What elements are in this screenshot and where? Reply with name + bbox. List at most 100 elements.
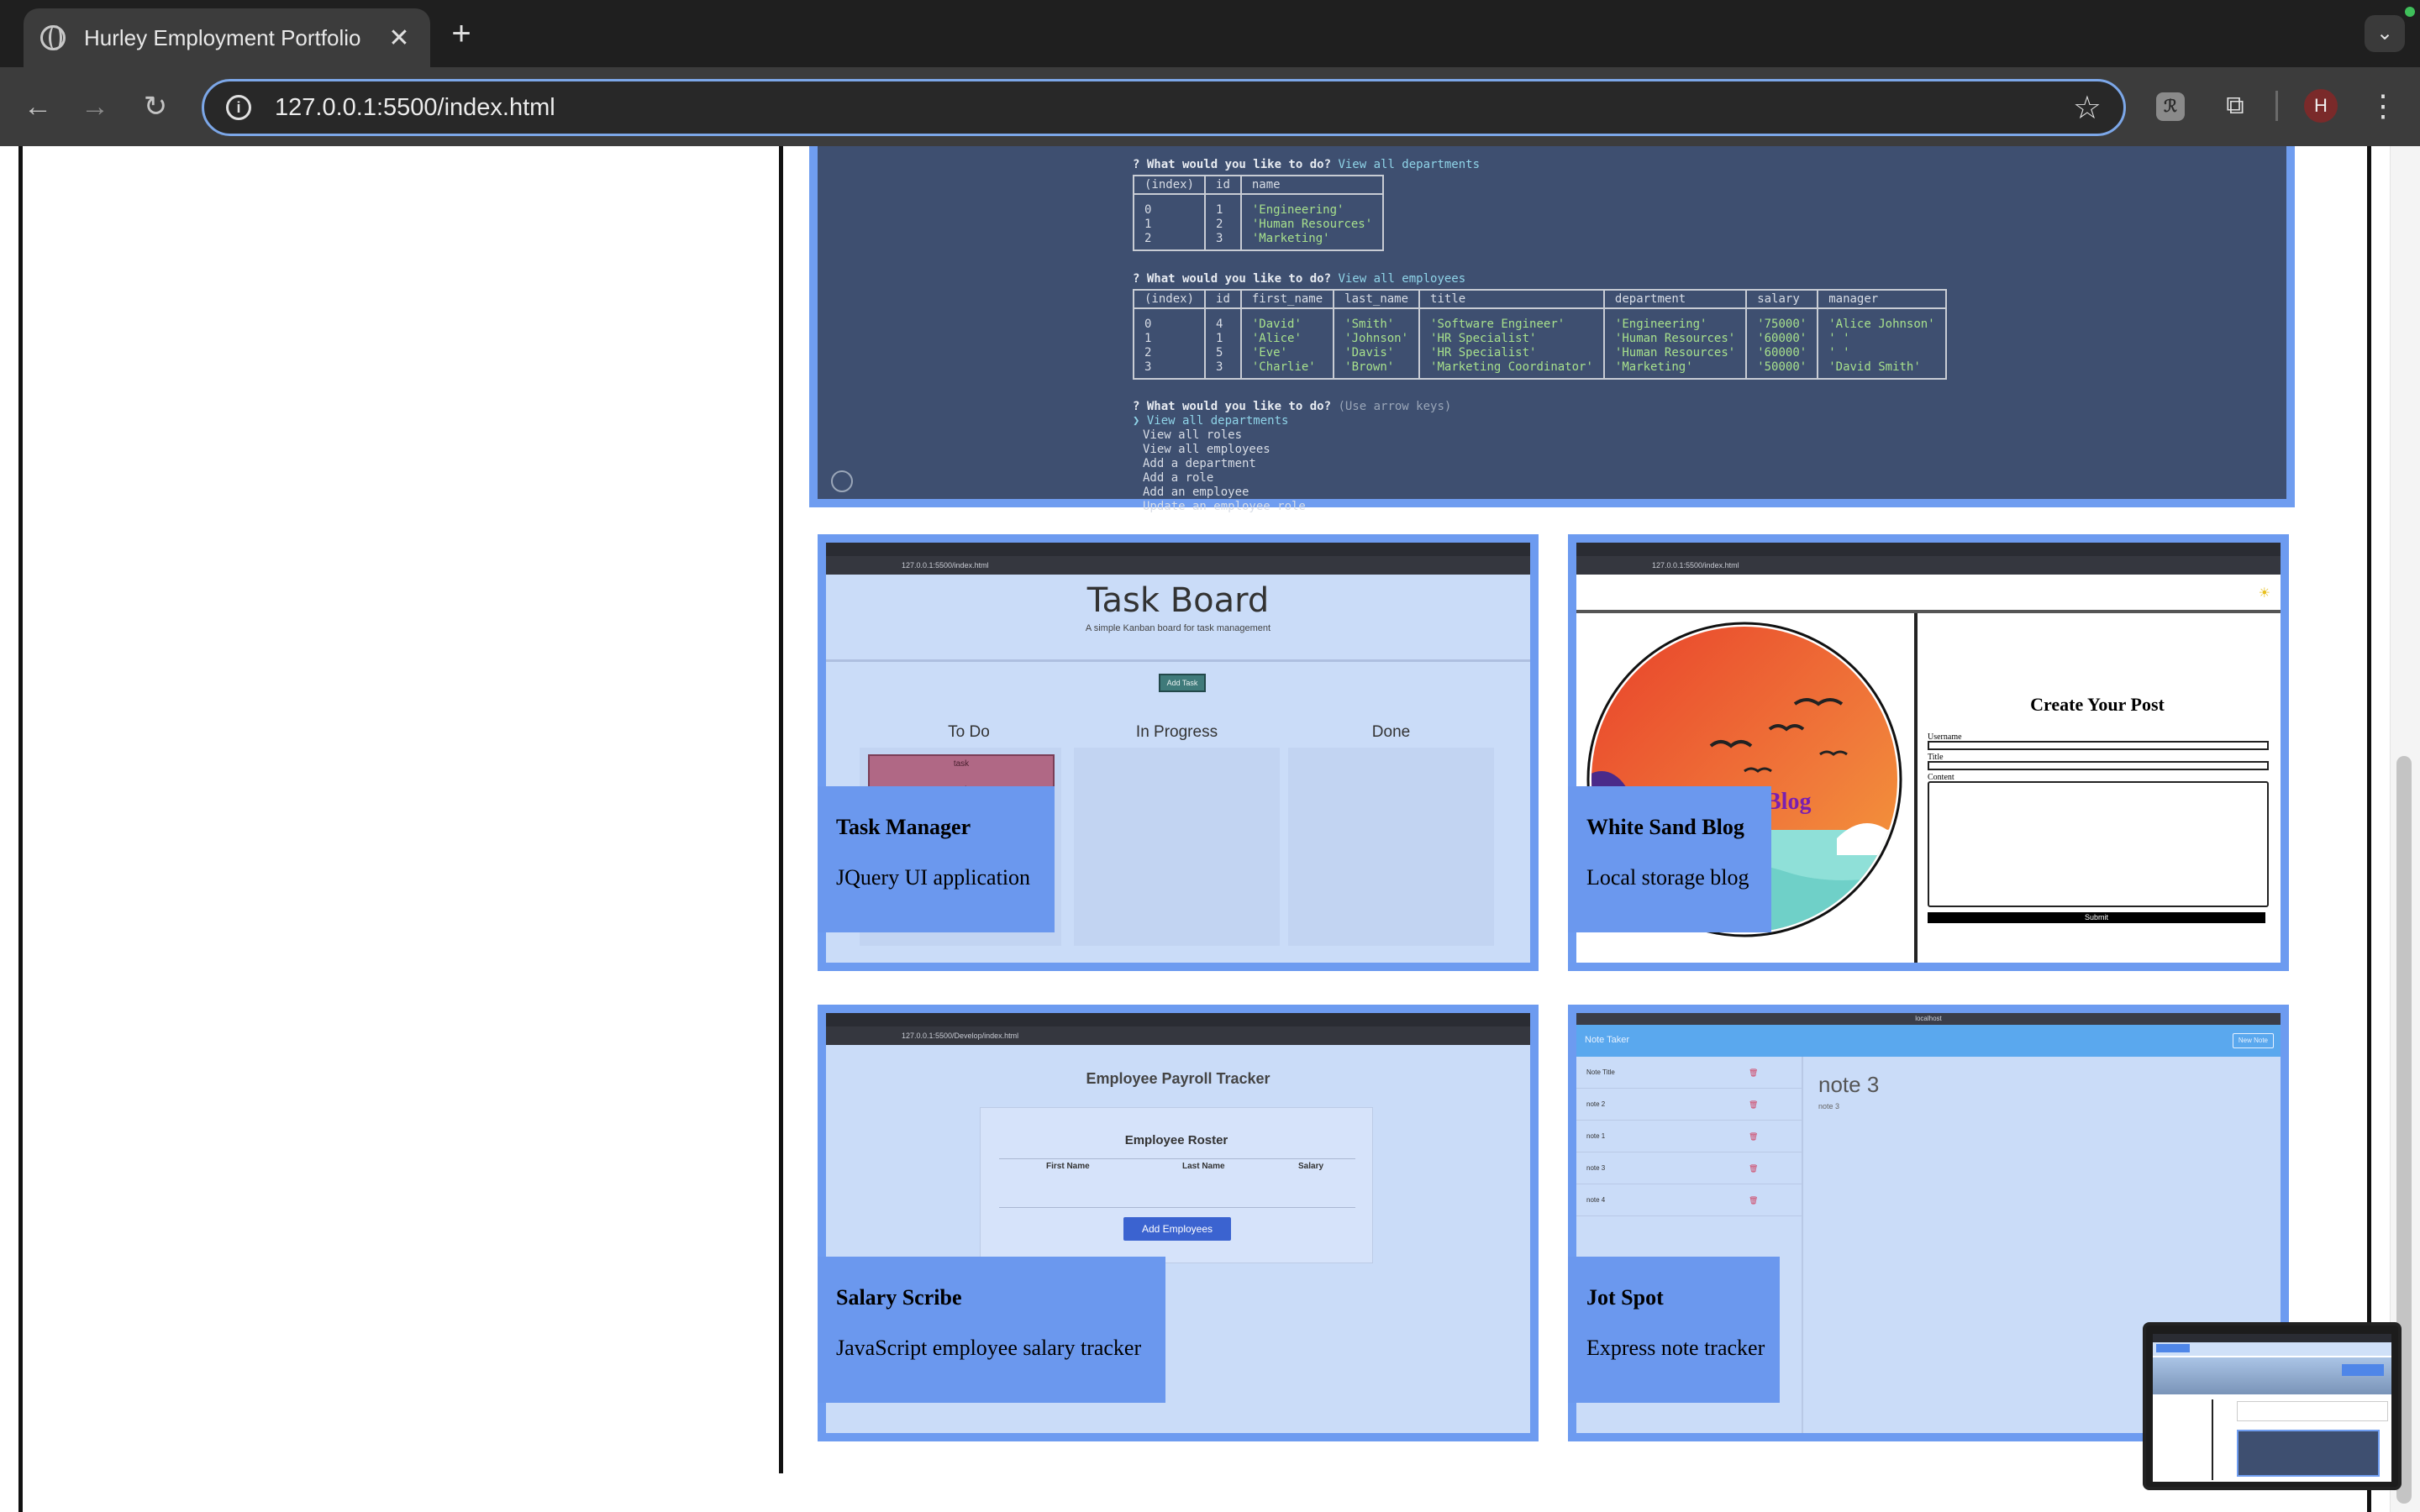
table-cell: ' ' (1828, 346, 1850, 360)
active-note-title: note 3 (1818, 1072, 1880, 1097)
globe-icon (40, 25, 66, 50)
task-board-header: Task Board A simple Kanban board for tas… (826, 575, 1530, 662)
roster-rule (999, 1207, 1355, 1208)
tab-search-button[interactable]: ⌄ (2365, 15, 2405, 52)
add-task-button: Add Task (1159, 674, 1206, 692)
menu-item: Add an employee (1143, 486, 1249, 499)
table-cell: 4 (1216, 318, 1223, 331)
card-label: Salary Scribe JavaScript employee salary… (818, 1257, 1165, 1403)
tab-strip: Hurley Employment Portfolio ✕ + ⌄ (0, 0, 2420, 67)
column-todo: To Do (948, 723, 990, 741)
table-cell: 1 (1144, 332, 1152, 345)
prompt-line-3: ? What would you like to do? (Use arrow … (1133, 400, 1452, 413)
table-cell: 'Alice' (1251, 332, 1302, 345)
table-cell: 0 (1144, 203, 1152, 217)
extension-icon[interactable]: ℛ (2156, 92, 2185, 121)
table-column-cells: '75000' '60000' '60000' '50000' (1745, 307, 1819, 380)
card-title: Salary Scribe (836, 1285, 962, 1310)
address-bar[interactable]: i 127.0.0.1:5500/index.html ☆ (202, 79, 2126, 136)
browser-menu-icon[interactable]: ⋮ (2368, 87, 2398, 124)
table-header-cell: salary (1745, 289, 1819, 309)
close-tab-icon[interactable]: ✕ (385, 24, 413, 53)
table-cell: 'Marketing Coordinator' (1430, 360, 1593, 374)
table-cell: 'Eve' (1251, 346, 1288, 360)
table-header-cell: (index) (1132, 175, 1207, 195)
table-cell: 'Alice Johnson' (1828, 318, 1935, 331)
table-cell: 3 (1216, 360, 1223, 374)
card-description: JQuery UI application (836, 865, 1031, 890)
table-cell: 'Software Engineer' (1430, 318, 1565, 331)
table-header-cell: department (1602, 289, 1748, 309)
submit-button: Submit (1928, 912, 2265, 923)
table-cell: 'Human Resources' (1251, 218, 1373, 231)
card-title: Task Manager (836, 815, 971, 839)
card-title: Jot Spot (1586, 1285, 1664, 1310)
page-border-right (2367, 146, 2371, 1512)
table-header-cell: id (1204, 289, 1242, 309)
mini-address-bar: 127.0.0.1:5500/Develop/index.html (826, 1026, 1530, 1045)
app-title: Note Taker (1585, 1035, 1629, 1045)
roster-title: Employee Roster (1124, 1133, 1228, 1147)
browser-tab[interactable]: Hurley Employment Portfolio ✕ (24, 8, 430, 67)
card-description: Express note tracker (1586, 1336, 1765, 1360)
reload-icon[interactable]: ↻ (136, 87, 175, 126)
page-preview-thumbnail[interactable] (2143, 1322, 2402, 1490)
menu-item: Add a role (1143, 471, 1214, 485)
page-viewport: ? What would you like to do? View all de… (0, 146, 2420, 1512)
page-border-left (18, 146, 23, 1512)
table-column-cells: 4153 (1204, 307, 1242, 380)
user-icon (831, 470, 853, 492)
new-tab-button[interactable]: + (442, 15, 481, 54)
mini-address-bar: localhost (1576, 1013, 2281, 1025)
note-title: note 3 (1586, 1164, 1606, 1172)
table-header-cell: manager (1817, 289, 1947, 309)
sidebar-divider (779, 146, 783, 1473)
bookmark-star-icon[interactable]: ☆ (2073, 89, 2102, 127)
note-title: note 4 (1586, 1196, 1606, 1204)
mini-address-bar: 127.0.0.1:5500/index.html (1576, 556, 2281, 575)
site-info-icon[interactable]: i (226, 95, 251, 120)
task-board-subheading: A simple Kanban board for task managemen… (1085, 623, 1271, 633)
table-column-cells: 0123 (1132, 307, 1207, 380)
employee-tracker-card[interactable]: ? What would you like to do? View all de… (809, 146, 2295, 513)
card-label: Task Manager JQuery UI application (818, 786, 1055, 932)
preview-about (2237, 1401, 2388, 1421)
preview-hero-button (2342, 1364, 2384, 1376)
table-cell: 0 (1144, 318, 1152, 331)
username-input (1928, 741, 2269, 750)
table-column-cells: 'David' 'Alice' 'Eve' 'Charlie' (1239, 307, 1335, 380)
url-text[interactable]: 127.0.0.1:5500/index.html (275, 94, 2073, 122)
task-board-heading: Task Board (1086, 581, 1270, 620)
extensions-puzzle-icon[interactable]: ⧉ (2218, 89, 2252, 123)
project-card-task-manager[interactable]: 127.0.0.1:5500/index.html Task Board A s… (818, 534, 1539, 971)
table-header-cell: last_name (1333, 289, 1421, 309)
table-cell: '60000' (1757, 346, 1807, 360)
back-icon[interactable]: ← (18, 87, 57, 126)
table-column-cells: 'Alice Johnson' ' ' ' ' 'David Smith' (1817, 307, 1947, 380)
roster-rule (999, 1158, 1355, 1159)
table-cell: 'Engineering' (1614, 318, 1707, 331)
preview-logo (2156, 1344, 2190, 1352)
note-title: note 1 (1586, 1132, 1606, 1140)
note-list-item: note 3 🗑 (1576, 1152, 1802, 1184)
table-cell: 1 (1216, 203, 1223, 217)
card-label: Jot Spot Express note tracker (1568, 1257, 1780, 1403)
project-card-white-sand-blog[interactable]: 127.0.0.1:5500/index.html ☀ Blog Create … (1568, 534, 2289, 971)
terminal-screenshot: ? What would you like to do? View all de… (818, 146, 2286, 513)
trash-icon: 🗑 (1749, 1132, 1759, 1141)
new-note-button: New Note (2232, 1033, 2274, 1048)
project-card-salary-scribe[interactable]: 127.0.0.1:5500/Develop/index.html Employ… (818, 1005, 1539, 1441)
col-salary: Salary (1298, 1162, 1324, 1171)
header-rule (1576, 610, 2281, 613)
col-first-name: First Name (1046, 1162, 1090, 1171)
blog-logo-text: Blog (1765, 789, 1811, 815)
title-input (1928, 761, 2269, 770)
table-header-cell: (index) (1132, 289, 1207, 309)
table-cell: 'Smith' (1344, 318, 1395, 331)
table-cell: 5 (1216, 346, 1223, 360)
note-list-item: Note Title 🗑 (1576, 1057, 1802, 1089)
profile-avatar[interactable]: H (2304, 89, 2338, 123)
forward-icon[interactable]: → (76, 87, 114, 126)
table-cell: '75000' (1757, 318, 1807, 331)
trash-icon: 🗑 (1749, 1164, 1759, 1173)
